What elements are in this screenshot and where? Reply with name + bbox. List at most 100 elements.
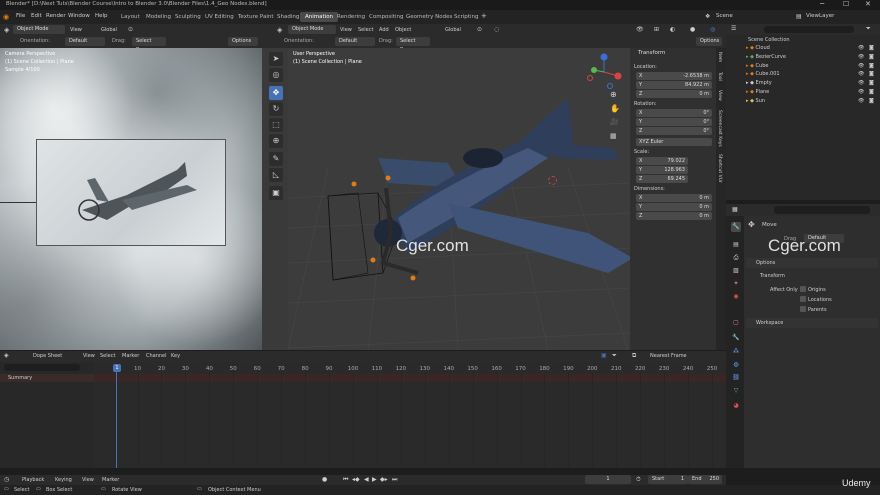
play-reverse-icon[interactable]: ◀: [364, 476, 369, 483]
next-key-icon[interactable]: ◆▸: [380, 476, 388, 483]
maximize-icon[interactable]: ☐: [843, 0, 849, 8]
main-drag-dropdown[interactable]: Select Box: [396, 37, 430, 53]
keying-menu[interactable]: Keying: [55, 477, 72, 483]
scale-tool-icon[interactable]: ⬚: [269, 118, 283, 132]
camera-drag-dropdown[interactable]: Select Box: [132, 37, 166, 53]
annotate-tool-icon[interactable]: ✎: [269, 152, 283, 166]
menu-edit[interactable]: Edit: [31, 13, 42, 19]
outliner-item[interactable]: ▸ ◆ Plane: [746, 89, 769, 95]
render-toggle-icon[interactable]: ◙: [869, 80, 874, 86]
material-properties-icon[interactable]: ◕: [731, 401, 741, 411]
rotation-z-field[interactable]: Z 0°: [636, 127, 712, 135]
main-orientation-dropdown[interactable]: Default: [335, 37, 375, 46]
location-x-field[interactable]: X -2.6538 m: [636, 72, 712, 80]
dopesheet-marker-menu[interactable]: Marker: [122, 353, 139, 359]
current-frame-field[interactable]: 1: [585, 475, 631, 484]
outliner-editor-icon[interactable]: ☰: [731, 25, 736, 32]
outliner-root[interactable]: Scene Collection: [748, 37, 790, 43]
side-tab-item[interactable]: Item: [717, 52, 722, 62]
constraints-properties-icon[interactable]: ⛓: [731, 373, 741, 383]
dimensions-z-field[interactable]: Z0 m: [636, 212, 712, 220]
pan-icon[interactable]: ✋: [610, 104, 620, 113]
main-select-menu[interactable]: Select: [358, 27, 373, 33]
side-tab-view[interactable]: View: [717, 90, 722, 101]
outliner-item[interactable]: ▸ ◆ Cube.001: [746, 71, 780, 77]
timeline-view-menu[interactable]: View: [82, 477, 94, 483]
airplane-model[interactable]: [288, 48, 630, 350]
main-editor-type-icon[interactable]: ◈: [277, 26, 282, 34]
main-view-menu[interactable]: View: [340, 27, 352, 33]
add-workspace-button[interactable]: +: [481, 12, 487, 20]
tab-scripting[interactable]: Scripting: [449, 12, 483, 22]
render-toggle-icon[interactable]: ◙: [869, 98, 874, 104]
location-z-field[interactable]: Z0 m: [636, 90, 712, 98]
dimensions-y-field[interactable]: Y0 m: [636, 203, 712, 211]
visibility-toggle-icon[interactable]: 👁: [858, 89, 864, 95]
menu-window[interactable]: Window: [68, 13, 90, 19]
main-snap-icon[interactable]: ⊙: [477, 26, 482, 33]
measure-tool-icon[interactable]: ◺: [269, 168, 283, 182]
blender-logo-icon[interactable]: ◉: [3, 13, 9, 21]
rotation-mode-dropdown[interactable]: XYZ Euler: [636, 138, 712, 146]
zoom-icon[interactable]: ⊕: [610, 90, 617, 99]
record-button-icon[interactable]: ●: [322, 476, 327, 483]
workspace-section[interactable]: Workspace: [746, 318, 878, 328]
visibility-toggle-icon[interactable]: 👁: [858, 54, 864, 60]
overlay-icon[interactable]: ◐: [670, 26, 675, 33]
main-add-menu[interactable]: Add: [379, 27, 389, 33]
scale-z-field[interactable]: Z 69.245: [636, 175, 688, 183]
cursor-tool-icon[interactable]: ◎: [269, 68, 283, 82]
side-tab-shortcut[interactable]: Shortcut VUr: [717, 154, 722, 183]
add-cube-tool-icon[interactable]: ▣: [269, 186, 283, 200]
render-properties-icon[interactable]: ▤: [731, 240, 741, 250]
dopesheet-select-menu[interactable]: Select: [100, 353, 115, 359]
camera-snap-icon[interactable]: ⊙: [128, 26, 133, 33]
only-selected-icon[interactable]: ▣: [601, 352, 607, 359]
playback-menu[interactable]: Playback: [22, 477, 44, 483]
render-toggle-icon[interactable]: ◙: [869, 71, 874, 77]
object-properties-icon[interactable]: ▢: [731, 318, 741, 328]
world-properties-icon[interactable]: ◉: [731, 292, 741, 302]
preview-range-icon[interactable]: ⏱: [636, 476, 641, 484]
visibility-toggle-icon[interactable]: 👁: [858, 63, 864, 69]
move-tool-icon[interactable]: ✥: [269, 86, 283, 100]
ortho-toggle-icon[interactable]: ▦: [610, 132, 617, 140]
render-toggle-icon[interactable]: ◙: [869, 63, 874, 69]
filter-icon[interactable]: ⏷: [866, 25, 871, 33]
editor-type-icon[interactable]: ◈: [4, 26, 9, 34]
scene-selector[interactable]: Scene: [716, 13, 733, 19]
end-frame-field[interactable]: End 250: [688, 475, 722, 484]
camera-view-menu[interactable]: View: [70, 27, 82, 33]
locations-checkbox[interactable]: [800, 296, 806, 302]
origins-checkbox[interactable]: [800, 286, 806, 292]
render-toggle-icon[interactable]: ◙: [869, 89, 874, 95]
camera-viewport[interactable]: Camera Perspective (1) Scene Collection …: [0, 48, 262, 350]
play-icon[interactable]: ▶: [372, 476, 377, 483]
dopesheet-channel-menu[interactable]: Channel: [146, 353, 167, 359]
camera-options-button[interactable]: Options: [228, 37, 258, 46]
dopesheet-search[interactable]: [4, 364, 80, 371]
scale-x-field[interactable]: X 79.022: [636, 157, 688, 165]
gizmo-icon[interactable]: ⊞: [654, 26, 659, 33]
properties-editor-icon[interactable]: ▦: [732, 206, 738, 213]
playhead[interactable]: 1: [113, 364, 121, 372]
outliner-search[interactable]: [764, 26, 854, 33]
prev-key-icon[interactable]: ◂◆: [352, 476, 360, 483]
visibility-toggle-icon[interactable]: 👁: [858, 45, 864, 51]
particles-properties-icon[interactable]: ⁂: [731, 347, 741, 357]
minimize-icon[interactable]: ─: [820, 0, 824, 8]
main-object-menu[interactable]: Object: [395, 27, 411, 33]
shading-render-icon[interactable]: ◍: [710, 26, 715, 33]
outliner-item[interactable]: ▸ ◆ Empty: [746, 80, 772, 86]
side-tab-screencast-keys[interactable]: Screencast Keys: [717, 110, 722, 147]
visibility-icon[interactable]: 👁: [636, 26, 644, 33]
main-options-button[interactable]: Options: [696, 37, 722, 46]
properties-search[interactable]: [774, 206, 870, 214]
navigation-gizmo[interactable]: [584, 52, 624, 92]
transform-tool-icon[interactable]: ⊕: [269, 134, 283, 148]
snapping-icon[interactable]: ⧉: [632, 352, 636, 360]
rotation-x-field[interactable]: X 0°: [636, 109, 712, 117]
jump-end-icon[interactable]: ⏭: [392, 476, 397, 484]
tool-properties-icon[interactable]: 🔧: [731, 222, 741, 232]
scale-y-field[interactable]: Y 128.963: [636, 166, 688, 174]
